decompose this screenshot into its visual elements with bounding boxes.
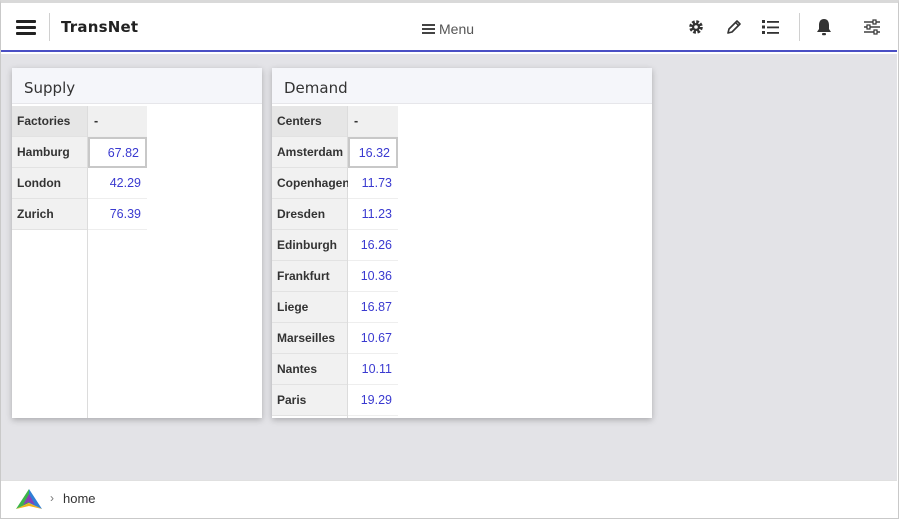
demand-row-label: Frankfurt bbox=[272, 261, 347, 292]
hamburger-icon[interactable] bbox=[16, 20, 36, 36]
list-icon[interactable] bbox=[761, 17, 781, 37]
supply-row-label: London bbox=[12, 168, 87, 199]
demand-row-label: Edinburgh bbox=[272, 230, 347, 261]
demand-grid: Centers - Amsterdam 16.32 Copenhagen 11.… bbox=[272, 106, 652, 418]
demand-row-label: Nantes bbox=[272, 354, 347, 385]
top-bar: TransNet Menu bbox=[1, 3, 897, 52]
breadcrumb-chevron-icon: › bbox=[50, 491, 54, 505]
supply-title: Supply bbox=[12, 68, 262, 104]
demand-row-label: Marseilles bbox=[272, 323, 347, 354]
demand-value-cell[interactable]: 11.23 bbox=[348, 199, 398, 230]
demand-row-label: Amsterdam bbox=[272, 137, 347, 168]
demand-row-label: Liege bbox=[272, 292, 347, 323]
demand-value-cell[interactable]: 10.67 bbox=[348, 323, 398, 354]
supply-value-cell[interactable]: 76.39 bbox=[88, 199, 147, 230]
header-divider bbox=[49, 13, 50, 41]
demand-value-cell[interactable]: 19.29 bbox=[348, 385, 398, 416]
sliders-icon[interactable] bbox=[862, 17, 882, 37]
main-area: Supply Factories - Hamburg 67.82 London … bbox=[1, 54, 897, 480]
supply-value-cell[interactable]: 42.29 bbox=[88, 168, 147, 199]
bell-icon[interactable] bbox=[814, 17, 834, 37]
demand-value-header: - bbox=[348, 106, 398, 137]
demand-row-label: Copenhagen bbox=[272, 168, 350, 199]
demand-value-cell[interactable]: 10.11 bbox=[348, 354, 398, 385]
demand-value-cell[interactable]: 10.36 bbox=[348, 261, 398, 292]
menu-button[interactable]: Menu bbox=[422, 21, 474, 37]
demand-label-header: Centers bbox=[272, 106, 347, 137]
supply-row-label: Zurich bbox=[12, 199, 87, 230]
demand-row-label: Dresden bbox=[272, 199, 347, 230]
supply-value-cell[interactable]: 67.82 bbox=[88, 137, 147, 168]
supply-value-header: - bbox=[88, 106, 147, 137]
supply-row-label: Hamburg bbox=[12, 137, 87, 168]
demand-value-cell[interactable]: 16.32 bbox=[348, 137, 398, 168]
supply-label-header: Factories bbox=[12, 106, 87, 137]
app-title: TransNet bbox=[61, 18, 139, 36]
menu-label: Menu bbox=[439, 21, 475, 37]
demand-panel: Demand Centers - Amsterdam 16.32 Copenha… bbox=[272, 68, 652, 418]
demand-value-cell[interactable]: 16.26 bbox=[348, 230, 398, 261]
demand-title: Demand bbox=[272, 68, 652, 104]
header-divider-right bbox=[799, 13, 800, 41]
gear-icon[interactable] bbox=[686, 17, 706, 37]
supply-panel: Supply Factories - Hamburg 67.82 London … bbox=[12, 68, 262, 418]
supply-grid: Factories - Hamburg 67.82 London 42.29 Z… bbox=[12, 106, 262, 418]
footer-bar: › home bbox=[1, 480, 897, 516]
pencil-icon[interactable] bbox=[724, 17, 744, 37]
logo-icon[interactable] bbox=[15, 488, 43, 510]
demand-value-cell[interactable]: 11.73 bbox=[348, 168, 398, 199]
demand-row-label: Paris bbox=[272, 385, 347, 416]
breadcrumb-home[interactable]: home bbox=[63, 491, 96, 506]
demand-value-cell[interactable]: 16.87 bbox=[348, 292, 398, 323]
menu-icon bbox=[422, 24, 435, 34]
